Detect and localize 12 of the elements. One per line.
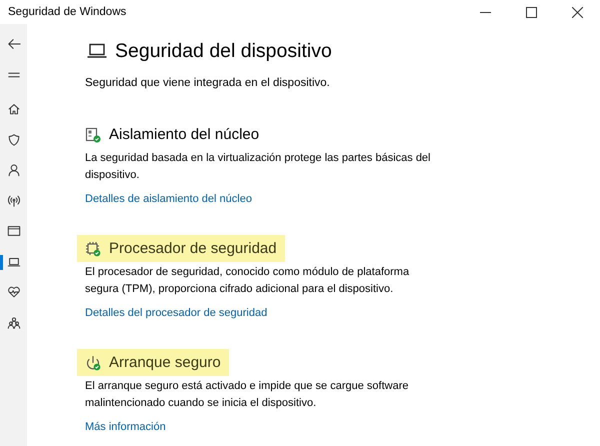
details-link[interactable]: Detalles de aislamiento del núcleo xyxy=(85,193,252,205)
section-title: Arranque seguro xyxy=(109,353,221,373)
page-title: Seguridad del dispositivo xyxy=(115,39,332,64)
details-link[interactable]: Detalles del procesador de seguridad xyxy=(85,307,268,319)
section-description: El arranque seguro está activado e impide que se cargue software malintencionado cuando se inicia el dispositivo. xyxy=(85,379,410,411)
section-title: Procesador de seguridad xyxy=(109,239,277,259)
window-title: Seguridad de Windows xyxy=(8,6,126,18)
details-link[interactable]: Más información xyxy=(85,421,166,433)
section-description: El procesador de seguridad, conocido como módulo de plataforma segura (TPM), proporciona cifrado adicional para el dispositivo. xyxy=(85,265,410,297)
section-description: La seguridad basada en la virtualización protege las partes básicas del dispositivo. xyxy=(85,151,432,183)
page-subtitle: Seguridad que viene integrada en el dispositivo. xyxy=(85,76,331,91)
section-title: Aislamiento del núcleo xyxy=(109,125,260,145)
